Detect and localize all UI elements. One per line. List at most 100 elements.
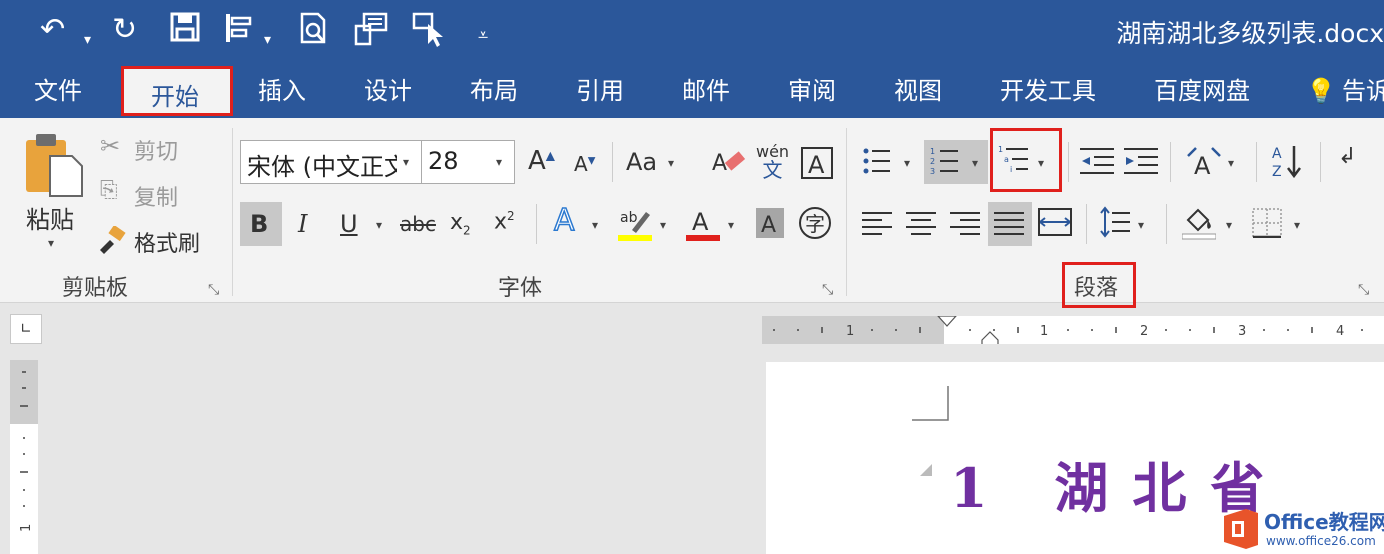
line-spacing-dropdown-icon[interactable]: ▾ bbox=[1138, 218, 1144, 232]
font-name-combo[interactable]: 宋体 (中文正文 ▾ bbox=[240, 140, 422, 184]
font-color-icon[interactable]: A bbox=[686, 206, 720, 246]
format-painter-button[interactable]: 格式刷 bbox=[134, 226, 200, 258]
tab-references[interactable]: 引用 bbox=[576, 74, 624, 108]
grow-font-icon[interactable]: A▲ bbox=[528, 148, 555, 174]
cut-button[interactable]: 剪切 bbox=[134, 134, 178, 166]
character-shading-icon[interactable]: A bbox=[756, 208, 784, 242]
paste-button[interactable]: 粘贴 bbox=[26, 200, 74, 235]
office-logo-icon bbox=[1224, 509, 1258, 549]
tab-baidu-netdisk[interactable]: 百度网盘 bbox=[1154, 74, 1250, 108]
text-effects-icon[interactable]: A bbox=[553, 205, 575, 237]
text-effects-dropdown-icon[interactable]: ▾ bbox=[592, 218, 598, 232]
font-launcher-icon[interactable]: ⤡ bbox=[822, 282, 833, 298]
save-icon[interactable] bbox=[170, 12, 200, 53]
window-title: 湖南湖北多级列表.docx bbox=[1116, 19, 1384, 48]
divider bbox=[1320, 142, 1321, 182]
tell-me-label[interactable]: 告诉 bbox=[1342, 74, 1384, 108]
svg-text:a: a bbox=[1004, 155, 1009, 164]
tab-home-label: 开始 bbox=[151, 83, 199, 111]
svg-text:字: 字 bbox=[805, 212, 825, 236]
svg-text:A: A bbox=[1194, 152, 1211, 176]
enclose-characters-icon[interactable]: 字 bbox=[798, 206, 832, 244]
svg-text:1: 1 bbox=[19, 524, 34, 532]
collapse-heading-icon[interactable] bbox=[918, 462, 934, 478]
bold-icon[interactable]: B bbox=[250, 212, 268, 236]
svg-text:A: A bbox=[1272, 146, 1282, 162]
lightbulb-icon[interactable]: 💡 bbox=[1306, 74, 1336, 108]
format-painter-icon[interactable] bbox=[224, 12, 258, 55]
undo-icon[interactable]: ↶ bbox=[40, 10, 65, 50]
superscript-icon[interactable]: x2 bbox=[494, 210, 515, 233]
copy-icon[interactable]: ⎘ bbox=[100, 180, 118, 202]
italic-icon[interactable]: I bbox=[298, 212, 307, 236]
paste-dropdown-icon[interactable]: ▾ bbox=[48, 236, 54, 250]
borders-icon[interactable] bbox=[1252, 208, 1282, 242]
scissors-icon[interactable]: ✂ bbox=[100, 134, 120, 158]
font-name-dropdown-icon[interactable]: ▾ bbox=[403, 155, 409, 169]
shading-dropdown-icon[interactable]: ▾ bbox=[1226, 218, 1232, 232]
tab-mailings[interactable]: 邮件 bbox=[682, 74, 730, 108]
numbering-dropdown-icon[interactable]: ▾ bbox=[972, 156, 978, 170]
numbering-icon[interactable]: 123 bbox=[930, 146, 960, 180]
borders-dropdown-icon[interactable]: ▾ bbox=[1294, 218, 1300, 232]
chinese-layout-dropdown-icon[interactable]: ▾ bbox=[1228, 156, 1234, 170]
shrink-font-icon[interactable]: A▼ bbox=[574, 154, 595, 174]
tab-view[interactable]: 视图 bbox=[894, 74, 942, 108]
multilevel-list-dropdown-icon[interactable]: ▾ bbox=[1038, 156, 1044, 170]
sort-icon[interactable]: AZ bbox=[1270, 144, 1304, 182]
undo-dropdown-icon[interactable]: ▾ bbox=[84, 20, 91, 60]
font-color-dropdown-icon[interactable]: ▾ bbox=[728, 218, 734, 232]
change-case-dropdown-icon[interactable]: ▾ bbox=[668, 156, 674, 170]
format-painter-brush-icon[interactable] bbox=[98, 224, 128, 258]
show-marks-icon[interactable]: ↲ bbox=[1338, 146, 1356, 168]
paragraph-launcher-icon[interactable]: ⤡ bbox=[1358, 282, 1369, 298]
highlight-dropdown-icon[interactable]: ▾ bbox=[660, 218, 666, 232]
font-size-combo[interactable]: 28 ▾ bbox=[421, 140, 515, 184]
tab-insert[interactable]: 插入 bbox=[258, 74, 306, 108]
bullets-icon[interactable] bbox=[862, 146, 892, 180]
copy-button[interactable]: 复制 bbox=[134, 180, 178, 212]
align-left-icon[interactable] bbox=[862, 208, 892, 242]
bullets-dropdown-icon[interactable]: ▾ bbox=[904, 156, 910, 170]
tab-design[interactable]: 设计 bbox=[364, 74, 412, 108]
svg-text:1: 1 bbox=[1040, 324, 1048, 339]
svg-text:Z: Z bbox=[1272, 164, 1282, 178]
format-dropdown-icon[interactable]: ▾ bbox=[264, 20, 271, 60]
group-divider bbox=[846, 128, 847, 296]
phonetic-guide-icon[interactable]: wén 文 bbox=[756, 144, 789, 181]
align-center-icon[interactable] bbox=[906, 208, 936, 242]
highlight-icon[interactable]: ab bbox=[618, 206, 654, 246]
underline-icon[interactable]: U bbox=[340, 212, 358, 236]
tab-developer[interactable]: 开发工具 bbox=[1000, 74, 1096, 108]
tab-home[interactable]: 开始 bbox=[121, 66, 233, 116]
tab-layout[interactable]: 布局 bbox=[470, 74, 518, 108]
paste-icon[interactable] bbox=[24, 132, 84, 202]
justify-icon[interactable] bbox=[994, 208, 1024, 242]
redo-icon[interactable]: ↻ bbox=[112, 10, 137, 50]
tab-selector[interactable]: ∟ bbox=[10, 314, 42, 344]
font-size-dropdown-icon[interactable]: ▾ bbox=[496, 155, 502, 169]
underline-dropdown-icon[interactable]: ▾ bbox=[376, 218, 382, 232]
multilevel-list-icon[interactable]: 1ai bbox=[998, 144, 1030, 180]
subscript-icon[interactable]: x2 bbox=[450, 211, 471, 236]
share-icon[interactable] bbox=[354, 12, 388, 57]
strikethrough-icon[interactable]: abc bbox=[400, 214, 436, 234]
chinese-layout-icon[interactable]: A bbox=[1186, 144, 1222, 181]
increase-indent-icon[interactable] bbox=[1124, 146, 1158, 180]
tab-file[interactable]: 文件 bbox=[34, 74, 82, 108]
align-right-icon[interactable] bbox=[950, 208, 980, 242]
decrease-indent-icon[interactable] bbox=[1080, 146, 1114, 180]
line-spacing-icon[interactable] bbox=[1100, 206, 1130, 242]
touch-mode-icon[interactable] bbox=[412, 12, 448, 59]
character-border-icon[interactable]: A bbox=[800, 146, 834, 184]
divider bbox=[1256, 142, 1257, 182]
svg-text:A: A bbox=[712, 151, 727, 176]
clear-formatting-icon[interactable]: A bbox=[712, 146, 746, 184]
shading-icon[interactable] bbox=[1181, 206, 1217, 244]
clipboard-launcher-icon[interactable]: ⤡ bbox=[208, 282, 219, 298]
tab-review[interactable]: 审阅 bbox=[788, 74, 836, 108]
customize-icon[interactable]: ⩡ bbox=[478, 16, 488, 56]
print-preview-icon[interactable] bbox=[298, 12, 330, 57]
distributed-icon[interactable] bbox=[1038, 206, 1072, 242]
change-case-button[interactable]: Aa bbox=[626, 148, 657, 176]
